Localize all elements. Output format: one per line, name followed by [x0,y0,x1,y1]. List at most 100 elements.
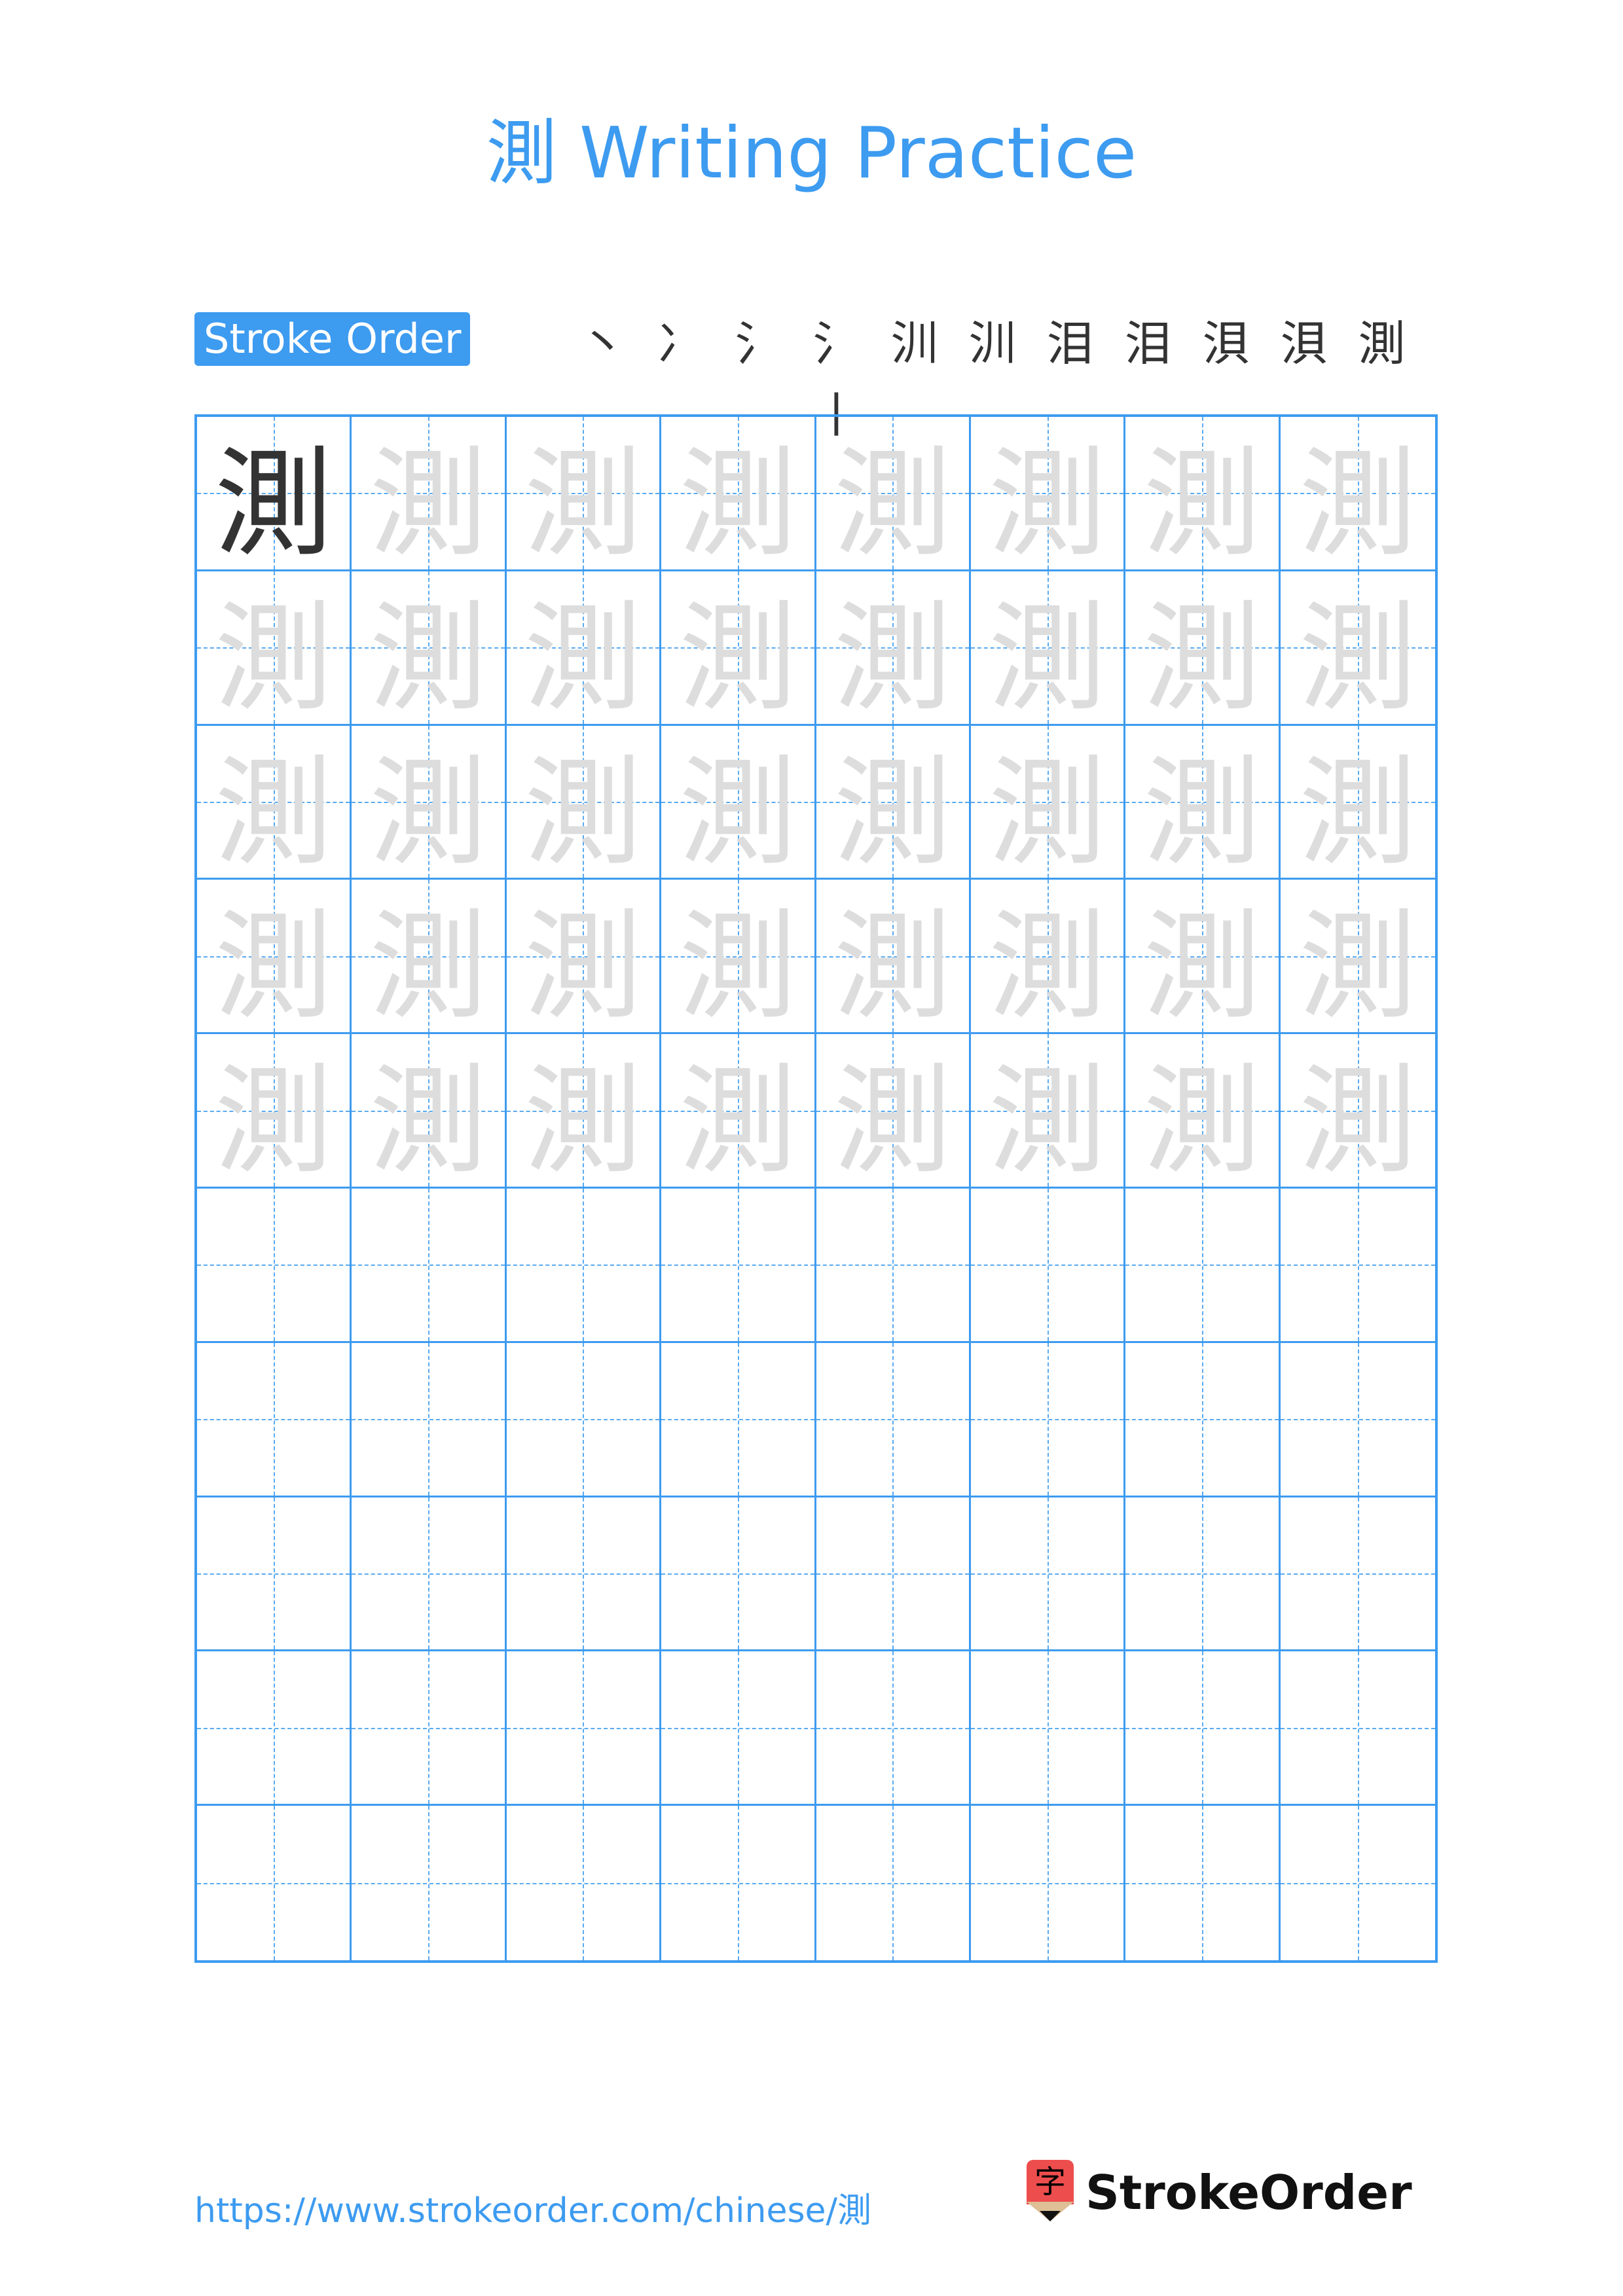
practice-cell[interactable] [970,1651,1126,1806]
practice-cell[interactable]: 測 [970,1034,1126,1189]
practice-cell[interactable] [506,1806,662,1960]
practice-cell[interactable]: 測 [197,880,352,1035]
footer-url-link[interactable]: https://www.strokeorder.com/chinese/測 [194,2183,871,2232]
practice-cell[interactable] [1280,1497,1435,1652]
practice-cell[interactable]: 測 [816,725,971,880]
logo-text: StrokeOrder [1085,2165,1412,2220]
practice-cell[interactable] [1125,1189,1281,1343]
practice-cell[interactable] [661,1342,816,1498]
practice-cell[interactable]: 測 [970,571,1126,726]
practice-cell[interactable]: 測 [352,571,507,726]
practice-cell[interactable]: 測 [506,880,662,1035]
practice-cell[interactable]: 測 [661,417,816,571]
practice-cell[interactable]: 測 [506,571,662,726]
practice-cell[interactable]: 測 [197,725,352,880]
practice-cell[interactable]: 測 [970,725,1126,880]
practice-cell[interactable]: 測 [506,1034,662,1189]
practice-cell[interactable] [1280,1189,1435,1343]
stroke-step-6: 汌一 [875,308,953,380]
trace-character: 測 [369,899,488,1035]
practice-cell[interactable]: 測 [1125,571,1281,726]
stroke-step-12: 測亅 [1343,308,1421,380]
practice-cell[interactable] [197,1651,352,1806]
practice-cell[interactable] [352,1189,507,1343]
practice-cell[interactable]: 測 [197,571,352,726]
stroke-step-8: 泪一 [1031,308,1109,380]
practice-cell[interactable]: 測 [816,417,971,571]
practice-cell[interactable] [197,1806,352,1960]
practice-cell[interactable]: 測 [816,880,971,1035]
practice-cell[interactable]: 測 [1280,880,1435,1035]
trace-character: 測 [678,1053,797,1189]
strokeorder-logo[interactable]: 字 StrokeOrder [1027,2160,1412,2225]
practice-cell[interactable] [1280,1342,1435,1498]
practice-cell[interactable] [506,1651,662,1806]
practice-cell[interactable]: 測 [1280,571,1435,726]
practice-cell[interactable]: 測 [661,1034,816,1189]
practice-cell[interactable] [506,1497,662,1652]
trace-character: 測 [988,590,1106,726]
practice-cell[interactable]: 測 [352,417,507,571]
practice-cell[interactable] [1125,1497,1281,1652]
practice-cell[interactable] [816,1189,971,1343]
practice-cell[interactable] [1125,1342,1281,1498]
trace-character: 測 [678,435,797,571]
practice-cell[interactable] [970,1342,1126,1498]
trace-character: 測 [524,590,642,726]
practice-cell[interactable]: 測 [1280,1034,1435,1189]
stroke-step-9: 泪丿 [1109,308,1187,380]
trace-character: 測 [369,744,488,880]
practice-cell[interactable] [506,1189,662,1343]
practice-cell[interactable]: 測 [197,417,352,571]
practice-cell[interactable] [197,1497,352,1652]
practice-cell[interactable]: 測 [1125,417,1281,571]
practice-cell[interactable] [816,1497,971,1652]
practice-cell[interactable]: 測 [1125,725,1281,880]
practice-cell[interactable]: 測 [661,880,816,1035]
practice-cell[interactable] [816,1342,971,1498]
practice-cell[interactable] [1280,1806,1435,1960]
practice-cell[interactable]: 測 [661,571,816,726]
practice-cell[interactable] [816,1806,971,1960]
practice-cell[interactable]: 測 [816,571,971,726]
practice-cell[interactable] [352,1342,507,1498]
practice-cell[interactable] [197,1342,352,1498]
trace-character: 測 [833,744,952,880]
practice-cell[interactable] [661,1651,816,1806]
practice-cell[interactable]: 測 [1125,880,1281,1035]
practice-cell[interactable] [1125,1806,1281,1960]
pencil-logo-icon: 字 [1027,2160,1074,2225]
practice-cell[interactable]: 測 [352,725,507,880]
practice-cell[interactable] [661,1806,816,1960]
trace-character: 測 [1298,590,1417,726]
practice-cell[interactable] [970,1806,1126,1960]
practice-cell[interactable]: 測 [1280,725,1435,880]
trace-character: 測 [369,590,488,726]
trace-character: 測 [214,590,333,726]
practice-cell[interactable]: 測 [661,725,816,880]
practice-cell[interactable] [816,1651,971,1806]
practice-cell[interactable]: 測 [506,417,662,571]
stroke-order-badge: Stroke Order [194,312,471,366]
practice-cell[interactable] [352,1806,507,1960]
practice-cell[interactable]: 測 [816,1034,971,1189]
practice-cell[interactable] [352,1497,507,1652]
practice-cell[interactable] [1125,1651,1281,1806]
practice-cell[interactable] [1280,1651,1435,1806]
practice-cell[interactable]: 測 [970,417,1126,571]
practice-cell[interactable] [661,1189,816,1343]
practice-cell[interactable] [661,1497,816,1652]
practice-cell[interactable]: 測 [352,1034,507,1189]
practice-cell[interactable] [506,1342,662,1498]
practice-cell[interactable] [970,1497,1126,1652]
practice-cell[interactable]: 測 [352,880,507,1035]
practice-cell[interactable]: 測 [970,880,1126,1035]
practice-cell[interactable]: 測 [197,1034,352,1189]
practice-cell[interactable] [352,1651,507,1806]
practice-cell[interactable]: 測 [1280,417,1435,571]
practice-cell[interactable] [970,1189,1126,1343]
practice-cell[interactable]: 測 [1125,1034,1281,1189]
trace-character: 測 [678,899,797,1035]
practice-cell[interactable] [197,1189,352,1343]
practice-cell[interactable]: 測 [506,725,662,880]
